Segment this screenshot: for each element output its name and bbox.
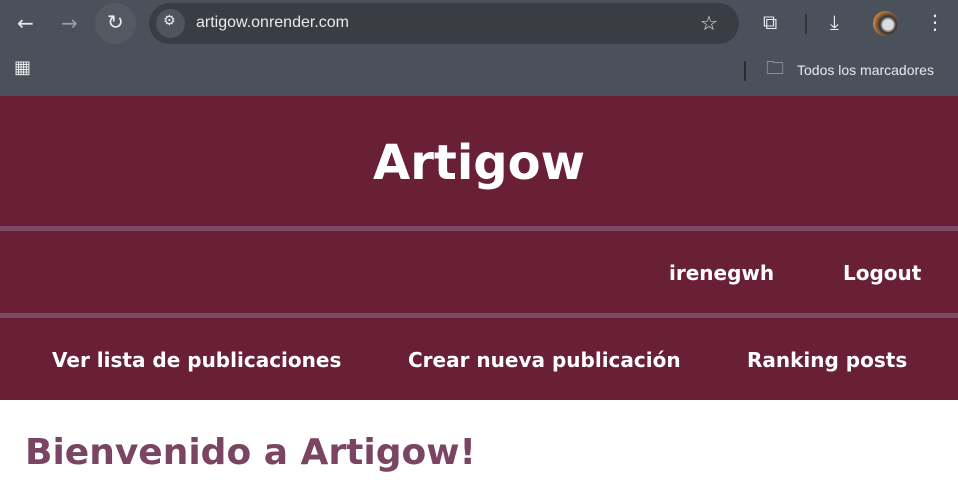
browser-toolbar: ← → ↻ ⚙ artigow.onrender.com ☆ ⧉ ⤓ ⋮ bbox=[0, 0, 958, 47]
site-settings-icon[interactable]: ⚙ bbox=[156, 9, 185, 38]
forward-icon[interactable]: → bbox=[61, 13, 78, 33]
nav-list-posts[interactable]: Ver lista de publicaciones bbox=[52, 348, 341, 372]
bookmarks-bar: ▦ 🗀 Todos los marcadores bbox=[0, 47, 958, 96]
menu-icon[interactable]: ⋮ bbox=[925, 12, 945, 32]
back-icon[interactable]: ← bbox=[17, 13, 34, 33]
user-link[interactable]: irenegwh bbox=[669, 261, 774, 285]
apps-icon[interactable]: ▦ bbox=[14, 59, 31, 77]
welcome-heading: Bienvenido a Artigow! bbox=[25, 432, 476, 473]
extensions-icon[interactable]: ⧉ bbox=[763, 12, 777, 32]
logout-link[interactable]: Logout bbox=[843, 261, 921, 285]
divider bbox=[744, 61, 746, 81]
separator bbox=[0, 313, 958, 318]
reload-icon[interactable]: ↻ bbox=[107, 12, 124, 32]
url-text[interactable]: artigow.onrender.com bbox=[196, 14, 349, 32]
separator bbox=[0, 226, 958, 231]
star-icon[interactable]: ☆ bbox=[700, 13, 718, 33]
nav-ranking[interactable]: Ranking posts bbox=[747, 348, 907, 372]
site-header: Artigow irenegwh Logout Ver lista de pub… bbox=[0, 96, 958, 400]
nav-create-post[interactable]: Crear nueva publicación bbox=[408, 348, 681, 372]
divider bbox=[805, 14, 807, 34]
avatar[interactable] bbox=[873, 11, 898, 36]
address-bar[interactable]: ⚙ artigow.onrender.com ☆ bbox=[149, 3, 739, 44]
download-icon[interactable]: ⤓ bbox=[830, 12, 839, 32]
folder-icon[interactable]: 🗀 bbox=[766, 60, 784, 78]
all-bookmarks-link[interactable]: Todos los marcadores bbox=[797, 62, 934, 78]
site-title: Artigow bbox=[373, 135, 585, 191]
